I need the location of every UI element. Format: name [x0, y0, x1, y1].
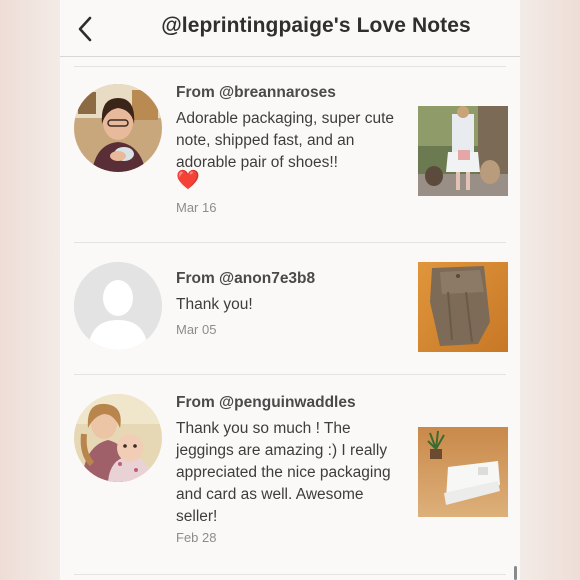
- love-note-3: From @penguinwaddles Thank you so much !…: [60, 374, 520, 574]
- listing-thumbnail-shoes[interactable]: [418, 106, 508, 196]
- header: @leprintingpaige's Love Notes: [60, 0, 520, 57]
- heart-emoji: ❤️: [176, 170, 200, 191]
- background-edge-left: [0, 0, 60, 580]
- listing-thumbnail-jeggings[interactable]: [418, 427, 508, 517]
- note-sender[interactable]: From @penguinwaddles: [176, 394, 356, 412]
- note-sender[interactable]: From @anon7e3b8: [176, 270, 315, 288]
- avatar-anon7e3b8[interactable]: [74, 262, 162, 350]
- love-note-2: From @anon7e3b8 Thank you! Mar 05: [60, 242, 520, 374]
- note-text: Adorable packaging, super cute note, shi…: [176, 110, 395, 171]
- scrollbar[interactable]: [514, 566, 517, 580]
- back-button[interactable]: [70, 12, 100, 46]
- avatar-penguinwaddles[interactable]: [74, 394, 162, 482]
- listing-thumbnail-pants[interactable]: [418, 262, 508, 352]
- note-date: Feb 28: [176, 530, 217, 545]
- love-note-1: From @breannaroses Adorable packaging, s…: [60, 66, 520, 242]
- divider: [74, 574, 506, 575]
- chevron-left-icon: [78, 16, 92, 42]
- background-edge-right: [520, 0, 580, 580]
- note-date: Mar 16: [176, 200, 217, 215]
- note-text: Thank you so much ! The jeggings are ama…: [176, 420, 391, 525]
- page-title: @leprintingpaige's Love Notes: [161, 14, 471, 37]
- app-screen: @leprintingpaige's Love Notes From @brea…: [60, 0, 520, 580]
- note-date: Mar 05: [176, 322, 217, 337]
- note-sender[interactable]: From @breannaroses: [176, 84, 336, 102]
- avatar-breannaroses[interactable]: [74, 84, 162, 172]
- note-text: Thank you!: [176, 296, 253, 313]
